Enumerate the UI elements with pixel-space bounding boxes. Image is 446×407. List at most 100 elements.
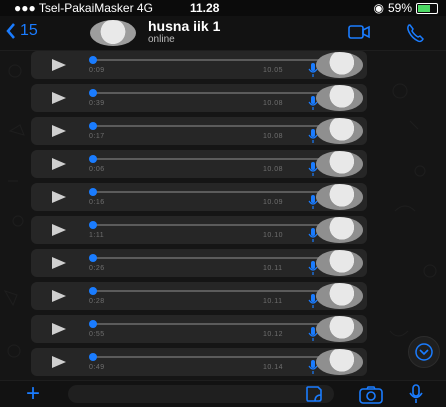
sender-avatar — [316, 184, 363, 210]
orientation-lock-icon: ◉ — [373, 1, 384, 15]
message-time: 10.14 — [263, 364, 284, 371]
chat-header: 15 husna iik 1 online — [0, 16, 446, 51]
chat-area[interactable]: 0:09 10.05 0:39 10.08 0:17 10.08 0:06 10… — [0, 51, 446, 380]
message-duration: 0:16 — [89, 199, 105, 206]
phone-icon[interactable] — [405, 23, 425, 43]
voice-message[interactable]: 0:49 10.14 — [31, 348, 367, 376]
message-time: 10.08 — [263, 133, 284, 140]
message-duration: 1:11 — [89, 232, 105, 239]
message-duration: 0:49 — [89, 364, 105, 371]
sender-avatar — [316, 217, 363, 243]
back-button[interactable]: 15 — [6, 22, 38, 40]
audio-progress-track[interactable] — [91, 92, 325, 94]
play-icon[interactable] — [52, 191, 66, 203]
message-input[interactable] — [68, 385, 334, 403]
back-count: 15 — [20, 22, 38, 39]
message-time: 10.12 — [263, 331, 284, 338]
message-duration: 0:09 — [89, 67, 105, 74]
network-type: 4G — [136, 1, 153, 15]
microphone-icon — [308, 63, 318, 77]
play-icon[interactable] — [52, 323, 66, 335]
battery-icon — [416, 2, 438, 14]
audio-progress-track[interactable] — [91, 158, 325, 160]
status-time: 11.28 — [190, 1, 220, 15]
voice-message[interactable]: 0:17 10.08 — [31, 117, 367, 145]
sender-avatar — [316, 250, 363, 276]
voice-message[interactable]: 0:09 10.05 — [31, 51, 367, 79]
play-icon[interactable] — [52, 158, 66, 170]
audio-progress-track[interactable] — [91, 191, 325, 193]
carrier-name: Tsel-PakaiMasker — [38, 1, 134, 15]
audio-progress-track[interactable] — [91, 356, 325, 358]
audio-progress-handle[interactable] — [89, 221, 97, 229]
play-icon[interactable] — [52, 356, 66, 368]
play-icon[interactable] — [52, 290, 66, 302]
audio-progress-handle[interactable] — [89, 155, 97, 163]
sender-avatar — [316, 349, 363, 375]
message-time: 10.10 — [263, 232, 284, 239]
voice-message[interactable]: 0:06 10.08 — [31, 150, 367, 178]
message-duration: 0:28 — [89, 298, 105, 305]
message-duration: 0:17 — [89, 133, 105, 140]
voice-message[interactable]: 0:26 10.11 — [31, 249, 367, 277]
microphone-icon[interactable] — [408, 384, 424, 404]
message-time: 10.11 — [263, 265, 283, 272]
audio-progress-track[interactable] — [91, 59, 325, 61]
audio-progress-handle[interactable] — [89, 56, 97, 64]
status-bar: ●●● Tsel-PakaiMasker 4G 11.28 ◉ 59% — [0, 0, 446, 16]
contact-name[interactable]: husna iik 1 — [148, 18, 220, 34]
audio-progress-handle[interactable] — [89, 89, 97, 97]
video-camera-icon[interactable] — [348, 25, 370, 39]
sticker-icon[interactable] — [304, 384, 324, 404]
audio-progress-track[interactable] — [91, 290, 325, 292]
microphone-icon — [308, 96, 318, 110]
microphone-icon — [308, 129, 318, 143]
message-duration: 0:55 — [89, 331, 105, 338]
sender-avatar — [316, 151, 363, 177]
play-icon[interactable] — [52, 92, 66, 104]
message-time: 10.08 — [263, 100, 284, 107]
message-time: 10.11 — [263, 298, 283, 305]
play-icon[interactable] — [52, 257, 66, 269]
audio-progress-handle[interactable] — [89, 188, 97, 196]
contact-presence: online — [148, 34, 175, 45]
audio-progress-handle[interactable] — [89, 353, 97, 361]
microphone-icon — [308, 261, 318, 275]
play-icon[interactable] — [52, 125, 66, 137]
sender-avatar — [316, 85, 363, 111]
audio-progress-track[interactable] — [91, 257, 325, 259]
message-time: 10.08 — [263, 166, 284, 173]
voice-message[interactable]: 0:55 10.12 — [31, 315, 367, 343]
camera-icon[interactable] — [359, 386, 383, 404]
microphone-icon — [308, 228, 318, 242]
message-input-bar: + — [0, 380, 446, 407]
message-duration: 0:39 — [89, 100, 105, 107]
audio-progress-track[interactable] — [91, 125, 325, 127]
audio-progress-handle[interactable] — [89, 287, 97, 295]
status-right: ◉ 59% — [373, 1, 438, 15]
message-time: 10.09 — [263, 199, 284, 206]
audio-progress-handle[interactable] — [89, 320, 97, 328]
sender-avatar — [316, 316, 363, 342]
chevron-left-icon — [6, 23, 15, 39]
play-icon[interactable] — [52, 59, 66, 71]
voice-message[interactable]: 1:11 10.10 — [31, 216, 367, 244]
contact-avatar[interactable] — [90, 20, 136, 46]
audio-progress-track[interactable] — [91, 323, 325, 325]
microphone-icon — [308, 360, 318, 374]
message-time: 10.05 — [263, 67, 284, 74]
audio-progress-track[interactable] — [91, 224, 325, 226]
microphone-icon — [308, 195, 318, 209]
chevron-down-icon — [415, 343, 433, 361]
voice-message[interactable]: 0:28 10.11 — [31, 282, 367, 310]
play-icon[interactable] — [52, 224, 66, 236]
message-duration: 0:26 — [89, 265, 105, 272]
microphone-icon — [308, 162, 318, 176]
scroll-to-bottom-button[interactable] — [408, 336, 440, 368]
plus-icon[interactable]: + — [26, 381, 40, 407]
audio-progress-handle[interactable] — [89, 254, 97, 262]
voice-message[interactable]: 0:39 10.08 — [31, 84, 367, 112]
signal-icon: ●●● — [14, 1, 36, 15]
audio-progress-handle[interactable] — [89, 122, 97, 130]
voice-message[interactable]: 0:16 10.09 — [31, 183, 367, 211]
